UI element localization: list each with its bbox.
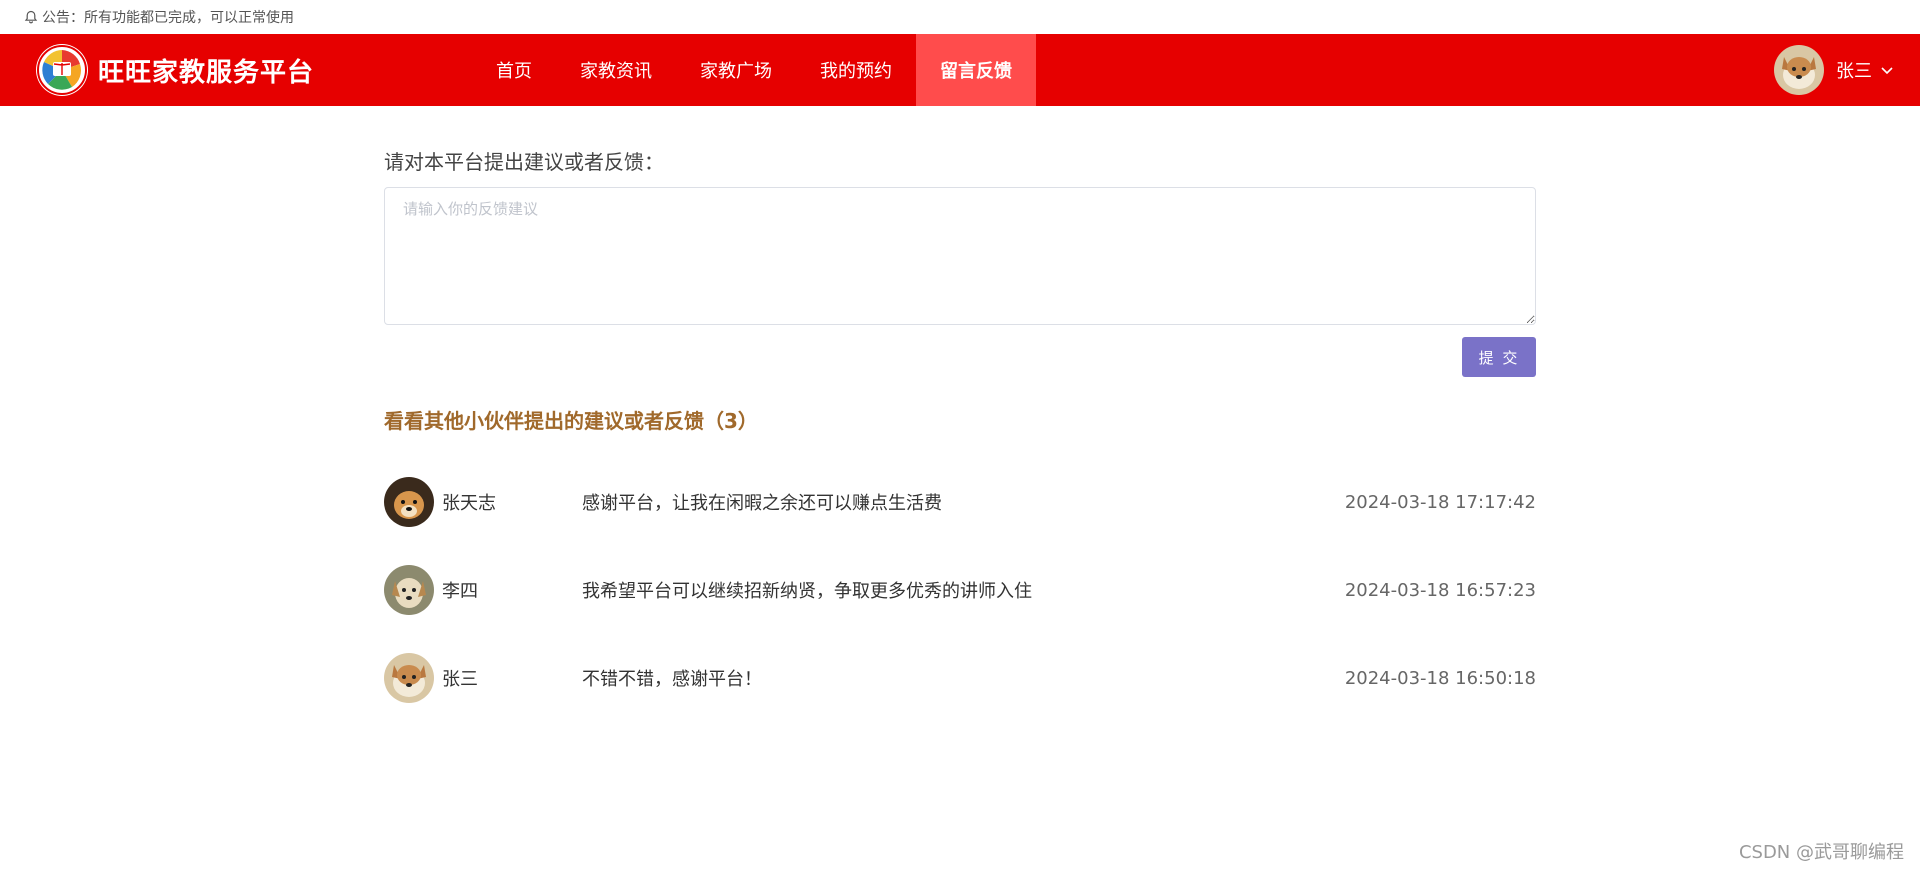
brand[interactable]: 旺旺家教服务平台	[36, 44, 436, 96]
feedback-list: 张天志 感谢平台，让我在闲暇之余还可以赚点生活费 2024-03-18 17:1…	[384, 458, 1536, 722]
feedback-input[interactable]	[384, 187, 1536, 325]
brand-name: 旺旺家教服务平台	[98, 57, 315, 88]
nav-item-appointments[interactable]: 我的预约	[796, 34, 916, 106]
item-name: 李四	[442, 581, 478, 602]
nav-item-news[interactable]: 家教资讯	[556, 34, 676, 106]
item-time: 2024-03-18 17:17:42	[1344, 491, 1536, 513]
avatar	[1774, 45, 1824, 95]
item-name: 张三	[442, 669, 478, 690]
nav-item-feedback[interactable]: 留言反馈	[916, 34, 1036, 106]
item-name: 张天志	[442, 493, 496, 514]
user-name: 张三	[1836, 61, 1872, 82]
item-time: 2024-03-18 16:50:18	[1344, 667, 1536, 689]
book-globe-logo	[36, 44, 88, 96]
nav-item-square[interactable]: 家教广场	[676, 34, 796, 106]
list-item: 张三 不错不错，感谢平台！ 2024-03-18 16:50:18	[384, 634, 1536, 722]
item-message: 不错不错，感谢平台！	[582, 669, 762, 690]
others-title: 看看其他小伙伴提出的建议或者反馈（3）	[384, 409, 758, 433]
notice-text: 公告：所有功能都已完成，可以正常使用	[42, 10, 294, 26]
watermark: CSDN @武哥聊编程	[1738, 842, 1904, 863]
avatar	[384, 653, 434, 703]
submit-button[interactable]: 提 交	[1462, 337, 1536, 377]
chevron-down-icon	[1880, 63, 1894, 77]
list-item: 李四 我希望平台可以继续招新纳贤，争取更多优秀的讲师入住 2024-03-18 …	[384, 546, 1536, 634]
item-time: 2024-03-18 16:57:23	[1344, 579, 1536, 601]
main-nav: 首页 家教资讯 家教广场 我的预约 留言反馈	[472, 34, 1036, 106]
notice-bar: 公告：所有功能都已完成，可以正常使用	[0, 0, 1920, 34]
feedback-prompt: 请对本平台提出建议或者反馈：	[384, 150, 664, 174]
avatar	[384, 565, 434, 615]
avatar	[384, 477, 434, 527]
user-menu[interactable]: 张三	[1774, 34, 1894, 106]
submit-row: 提 交	[384, 337, 1536, 377]
item-message: 感谢平台，让我在闲暇之余还可以赚点生活费	[582, 493, 942, 514]
bell-icon	[24, 10, 38, 24]
top-navbar: 旺旺家教服务平台 首页 家教资讯 家教广场 我的预约 留言反馈 张三	[0, 34, 1920, 106]
list-item: 张天志 感谢平台，让我在闲暇之余还可以赚点生活费 2024-03-18 17:1…	[384, 458, 1536, 546]
nav-item-home[interactable]: 首页	[472, 34, 556, 106]
feedback-section: 请对本平台提出建议或者反馈： 提 交 看看其他小伙伴提出的建议或者反馈（3） 张…	[384, 106, 1536, 722]
item-message: 我希望平台可以继续招新纳贤，争取更多优秀的讲师入住	[582, 581, 1032, 602]
